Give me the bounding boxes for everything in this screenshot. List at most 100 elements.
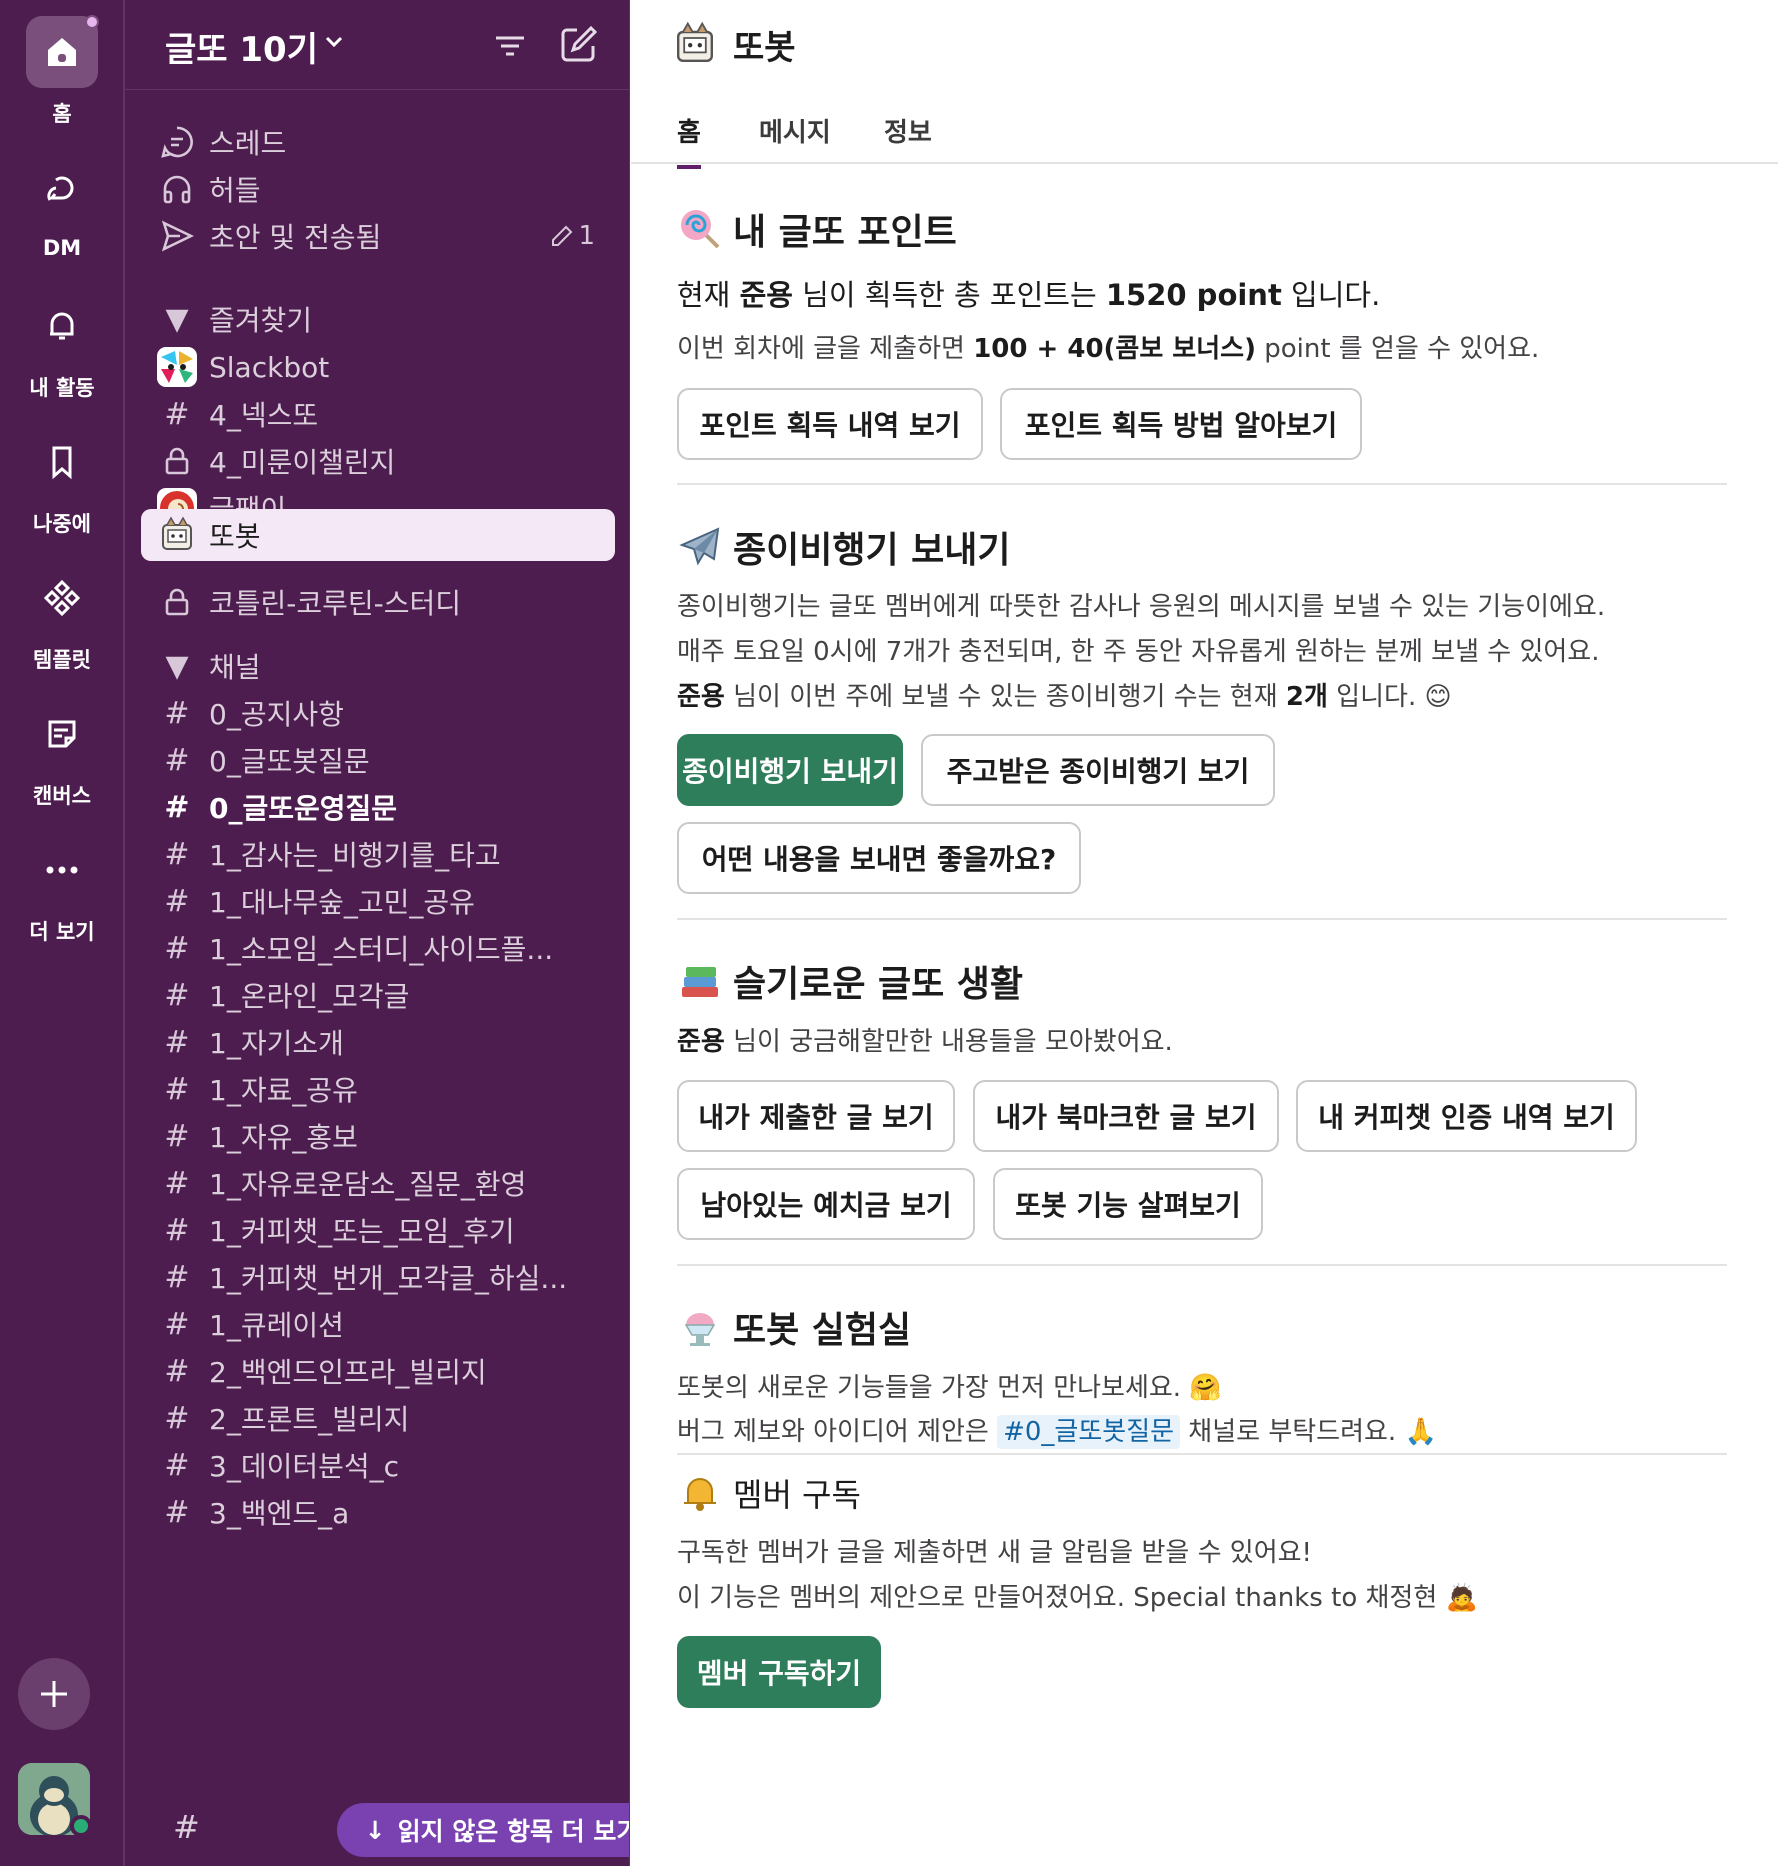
sidebar-item-channel[interactable]: #1_소모임_스터디_사이드플...	[141, 922, 615, 974]
deposit-button[interactable]: 남아있는 예치금 보기	[677, 1168, 975, 1240]
hash-icon: #	[173, 1808, 200, 1846]
tab-home[interactable]: 홈	[677, 112, 701, 169]
channel-label: 3_백엔드_a	[209, 1497, 350, 1530]
rail-later[interactable]: 나중에	[0, 426, 124, 538]
sidebar-item-channel[interactable]: #1_커피챗_또는_모임_후기	[141, 1204, 615, 1256]
divider	[677, 918, 1727, 920]
hash-icon: #	[164, 789, 190, 825]
nav-drafts[interactable]: 초안 및 전송됨 1	[141, 210, 615, 262]
sidebar-item-channel[interactable]: #1_대나무숲_고민_공유	[141, 875, 615, 927]
more-icon	[26, 834, 98, 906]
more-unread-button[interactable]: ↓ 읽지 않은 항목 더 보기	[337, 1803, 629, 1857]
hash-icon: #	[164, 1024, 190, 1060]
rail-more[interactable]: 더 보기	[0, 834, 124, 946]
channel-label: 1_소모임_스터디_사이드플...	[209, 933, 554, 966]
subscribe-member-button[interactable]: 멤버 구독하기	[677, 1636, 881, 1708]
points-total-line: 현재 준용 님이 획득한 총 포인트는 1520 point 입니다.	[677, 278, 1381, 312]
channel-sidebar: 글또 10기 스레드 허들 초안 및 전송됨 1 ▼ 즐겨찾기 Slackbot…	[124, 0, 630, 1866]
section-channels[interactable]: ▼ 채널	[141, 640, 615, 692]
sidebar-item-channel[interactable]: #1_큐레이션	[141, 1298, 615, 1350]
my-bookmarks-button[interactable]: 내가 북마크한 글 보기	[973, 1080, 1279, 1152]
section-title: 또봇 실험실	[677, 1302, 1727, 1352]
what-to-send-button[interactable]: 어떤 내용을 보내면 좋을까요?	[677, 822, 1081, 894]
rail-dm[interactable]: DM	[0, 154, 124, 260]
app-header: 또봇	[671, 16, 796, 72]
sidebar-item-channel[interactable]: # 4_넥스또	[141, 388, 615, 440]
tab-about[interactable]: 정보	[884, 112, 932, 165]
sidebar-item-slackbot[interactable]: Slackbot	[141, 341, 615, 393]
sidebar-item-private-channel[interactable]: 4_미룬이챌린지	[141, 435, 615, 487]
channel-label: 3_데이터분석_c	[209, 1450, 400, 1483]
channel-label: 0_글또봇질문	[209, 745, 370, 778]
filter-icon[interactable]	[490, 26, 530, 66]
divider	[677, 1453, 1727, 1455]
sidebar-item-channel[interactable]: #0_글또운영질문	[141, 781, 615, 833]
sidebar-item-channel[interactable]: #1_감사는_비행기를_타고	[141, 828, 615, 880]
life-desc-line: 준용 님이 궁금해할만한 내용들을 모아봤어요.	[677, 1027, 1173, 1057]
rail-home[interactable]: 홈	[0, 15, 124, 128]
rail-canvas[interactable]: 캔버스	[0, 698, 124, 810]
divider	[677, 1264, 1727, 1266]
tab-messages[interactable]: 메시지	[759, 112, 831, 165]
my-submissions-button[interactable]: 내가 제출한 글 보기	[677, 1080, 955, 1152]
points-how-button[interactable]: 포인트 획득 방법 알아보기	[1000, 388, 1362, 460]
threads-icon	[153, 125, 201, 159]
sidebar-item-channel[interactable]: #1_자기소개	[141, 1016, 615, 1068]
hash-icon: #	[164, 930, 190, 966]
sidebar-item-private-channel[interactable]: 코틀린-코루틴-스터디	[141, 576, 615, 628]
books-icon	[677, 958, 723, 1004]
hash-icon: #	[164, 883, 190, 919]
dm-icon	[26, 154, 98, 226]
section-title: 내 글또 포인트	[677, 204, 1727, 254]
app-title[interactable]: 또봇	[733, 20, 796, 69]
channel-link[interactable]: #0_글또봇질문	[997, 1415, 1181, 1449]
hash-icon: #	[164, 1259, 190, 1295]
chevron-down-icon[interactable]	[323, 30, 345, 52]
draft-count: 1	[550, 221, 595, 251]
channel-label: 1_자유로운담소_질문_환영	[209, 1168, 527, 1201]
nav-threads[interactable]: 스레드	[141, 116, 615, 168]
send-paper-plane-button[interactable]: 종이비행기 보내기	[677, 734, 903, 806]
sidebar-item-channel[interactable]: #3_데이터분석_c	[141, 1439, 615, 1491]
sidebar-item-channel[interactable]: #3_백엔드_a	[141, 1486, 615, 1538]
compose-icon[interactable]	[557, 22, 601, 66]
paper-plane-section: 종이비행기 보내기	[677, 522, 1727, 572]
sidebar-item-channel[interactable]: #2_백엔드인프라_빌리지	[141, 1345, 615, 1397]
sidebar-item-channel[interactable]: #1_커피챗_번개_모각글_하실...	[141, 1251, 615, 1303]
section-title-text: 슬기로운 글또 생활	[733, 964, 1024, 1005]
add-workspace-button[interactable]	[18, 1658, 90, 1730]
arrow-down-icon: ↓	[364, 1815, 386, 1845]
home-icon	[26, 15, 99, 88]
points-history-button[interactable]: 포인트 획득 내역 보기	[677, 388, 983, 460]
section-favorites[interactable]: ▼ 즐겨찾기	[141, 293, 615, 345]
sidebar-item-channel[interactable]: #2_프론트_빌리지	[141, 1392, 615, 1444]
ttobot-avatar-icon	[677, 21, 713, 62]
view-paper-planes-button[interactable]: 주고받은 종이비행기 보기	[921, 734, 1275, 806]
sidebar-item-channel[interactable]: #1_자료_공유	[141, 1063, 615, 1115]
sidebar-item-ttobot[interactable]: 또봇	[141, 509, 615, 561]
rail-label: DM	[42, 236, 82, 260]
hash-icon: #	[164, 742, 190, 778]
sidebar-item-channel[interactable]: #0_공지사항	[141, 687, 615, 739]
nav-label: 4_미룬이챌린지	[209, 446, 396, 479]
plus-icon	[41, 1681, 67, 1707]
lab-section: 또봇 실험실	[677, 1302, 1727, 1352]
sidebar-item-channel[interactable]: #1_자유_홍보	[141, 1110, 615, 1162]
rail-label: 더 보기	[29, 920, 95, 944]
ttobot-features-button[interactable]: 또봇 기능 살펴보기	[993, 1168, 1263, 1240]
rail-activity[interactable]: 내 활동	[0, 290, 124, 402]
nav-huddles[interactable]: 허들	[141, 163, 615, 215]
sidebar-item-channel[interactable]: #1_온라인_모각글	[141, 969, 615, 1021]
slackbot-avatar-icon	[153, 347, 201, 387]
workspace-name[interactable]: 글또 10기	[165, 22, 318, 71]
canvas-icon	[26, 698, 98, 770]
rail-templates[interactable]: 템플릿	[0, 562, 124, 674]
hash-icon: #	[164, 977, 190, 1013]
sidebar-item-channel[interactable]: #0_글또봇질문	[141, 734, 615, 786]
sidebar-item-channel[interactable]: #1_자유로운담소_질문_환영	[141, 1157, 615, 1209]
coffee-chat-history-button[interactable]: 내 커피챗 인증 내역 보기	[1296, 1080, 1637, 1152]
lock-icon	[153, 446, 201, 476]
headphones-icon	[153, 172, 201, 206]
hash-icon: #	[164, 1071, 190, 1107]
hash-icon: #	[164, 695, 190, 731]
